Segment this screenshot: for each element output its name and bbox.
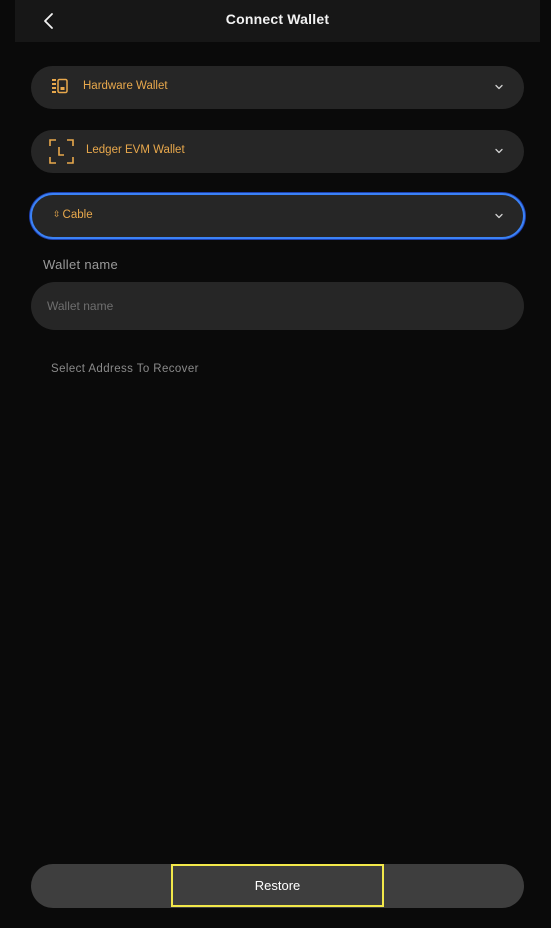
app-header: Connect Wallet [15, 0, 540, 42]
device-model-dropdown[interactable]: Ledger EVM Wallet [31, 130, 524, 173]
swap-vertical-icon: ⇳ [53, 209, 61, 219]
connection-type-label: ⇳ Cable [53, 209, 93, 221]
chevron-down-icon [495, 84, 503, 90]
wallet-type-label: Hardware Wallet [83, 80, 168, 92]
chevron-down-icon [495, 148, 503, 154]
chevron-down-icon [495, 213, 503, 219]
device-model-label: Ledger EVM Wallet [86, 144, 185, 156]
wallet-type-dropdown[interactable]: Hardware Wallet [31, 66, 524, 109]
page-title: Connect Wallet [225, 11, 330, 27]
connection-type-dropdown[interactable]: ⇳ Cable [30, 193, 525, 239]
select-address-text: Select Address To Recover [51, 363, 199, 375]
scan-frame-icon [49, 139, 74, 164]
wallet-name-label: Wallet name [43, 257, 119, 272]
restore-button[interactable]: Restore [171, 864, 384, 907]
hardware-wallet-icon [52, 78, 68, 94]
connection-type-text: Cable [62, 209, 93, 221]
wallet-name-input[interactable] [31, 282, 524, 330]
